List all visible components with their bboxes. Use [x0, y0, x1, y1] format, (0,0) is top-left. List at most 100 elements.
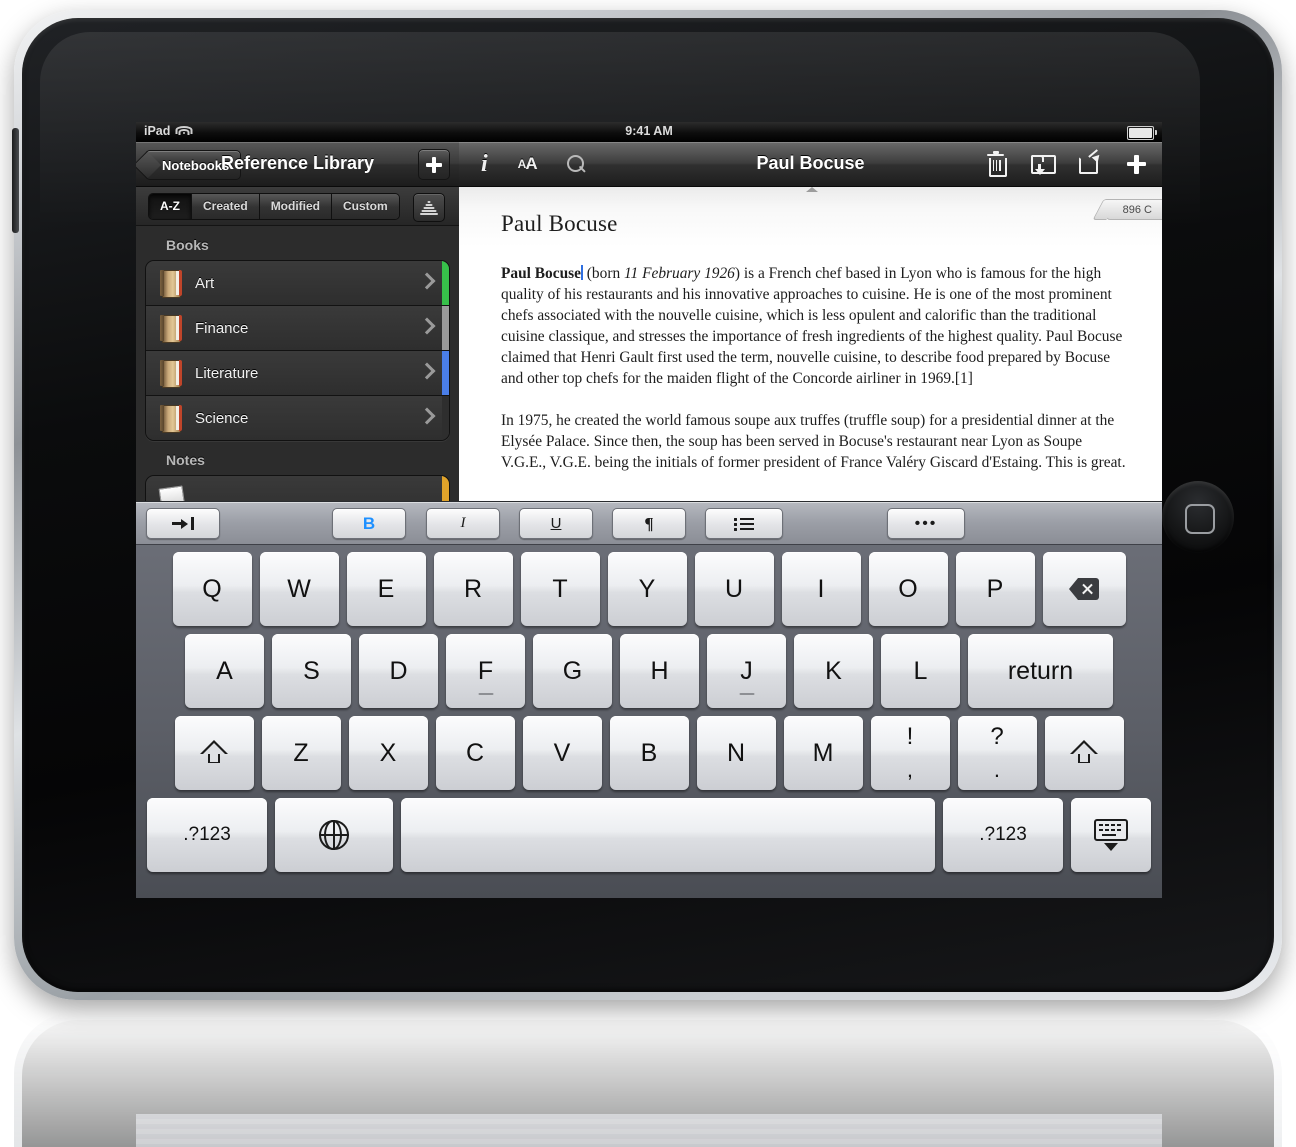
key-y[interactable]: Y	[607, 552, 687, 626]
key-l[interactable]: L	[881, 634, 960, 708]
tab-indent-button[interactable]	[146, 508, 220, 539]
note-document[interactable]: Paul Bocuse Paul Bocuse (born 11 Februar…	[501, 211, 1128, 493]
key-hide-keyboard[interactable]	[1071, 798, 1151, 872]
document-paragraph-1: Paul Bocuse (born 11 February 1926) is a…	[501, 263, 1128, 390]
key-b[interactable]: B	[609, 716, 689, 790]
key-space[interactable]	[401, 798, 935, 872]
key-k[interactable]: K	[794, 634, 873, 708]
key-e[interactable]: E	[346, 552, 426, 626]
sidebar-item-science[interactable]: Science	[146, 396, 449, 440]
key-i[interactable]: I	[781, 552, 861, 626]
key-v[interactable]: V	[522, 716, 602, 790]
detail-navbar-right	[987, 142, 1146, 186]
ipad-device: iPad 9:41 AM Notebooks Reference Library	[12, 10, 1282, 1000]
key-d[interactable]: D	[359, 634, 438, 708]
bullet-list-icon	[734, 517, 754, 531]
sidebar-item-art[interactable]: Art	[146, 261, 449, 306]
key-q[interactable]: Q	[172, 552, 252, 626]
scroll-indicator-icon	[806, 187, 818, 192]
shift-icon	[1070, 740, 1098, 766]
group-heading-books: Books	[166, 237, 209, 253]
key-j[interactable]: J	[707, 634, 786, 708]
key-f[interactable]: F	[446, 634, 525, 708]
color-stripe	[442, 351, 449, 395]
keyboard-row-4: .?123 .?123	[142, 798, 1156, 872]
globe-icon	[318, 819, 350, 851]
key-backspace[interactable]	[1042, 552, 1126, 626]
key-shift-right[interactable]	[1044, 716, 1124, 790]
home-button[interactable]	[1162, 481, 1234, 553]
books-group: Art Finance Literature Science	[145, 260, 450, 441]
key-o[interactable]: O	[868, 552, 948, 626]
document-title: Paul Bocuse	[501, 211, 618, 236]
stack-sort-button[interactable]	[413, 193, 445, 222]
paragraph-button[interactable]: ¶	[612, 508, 686, 539]
key-c[interactable]: C	[435, 716, 515, 790]
key-x[interactable]: X	[348, 716, 428, 790]
key-exclamation-comma[interactable]: !,	[870, 716, 950, 790]
key-w[interactable]: W	[259, 552, 339, 626]
underline-button[interactable]: U	[519, 508, 593, 539]
keyboard-row-3: Z X C V B N M !, ?.	[142, 716, 1156, 790]
key-numeric-right[interactable]: .?123	[943, 798, 1063, 872]
paragraph-italic-date: 11 February 1926	[624, 265, 735, 282]
key-label-top: ?	[990, 723, 1004, 750]
battery-full-icon	[1127, 126, 1157, 140]
sort-option-modified[interactable]: Modified	[259, 194, 333, 219]
key-label: J	[740, 656, 753, 685]
sidebar-item-literature[interactable]: Literature	[146, 351, 449, 396]
more-options-button[interactable]: •••	[887, 508, 965, 539]
paragraph-part-1: (born	[582, 265, 624, 282]
sidebar-item-finance[interactable]: Finance	[146, 306, 449, 351]
format-toolbar: B I U ¶ •••	[136, 502, 1162, 545]
keyboard-row-2: A S D F G H J K L return	[142, 634, 1156, 708]
keyboard-keys: Q W E R T Y U I O P A S D F G H J K L re…	[136, 545, 1162, 872]
key-u[interactable]: U	[694, 552, 774, 626]
tab-indent-icon	[172, 517, 194, 530]
key-t[interactable]: T	[520, 552, 600, 626]
status-bar-time: 9:41 AM	[625, 124, 673, 138]
home-row-bump	[478, 693, 493, 695]
key-question-period[interactable]: ?.	[957, 716, 1037, 790]
key-z[interactable]: Z	[261, 716, 341, 790]
trash-icon[interactable]	[987, 151, 1007, 177]
key-h[interactable]: H	[620, 634, 699, 708]
document-paragraph-2: In 1975, he created the world famous sou…	[501, 411, 1126, 471]
sort-segmented-control[interactable]: A-Z Created Modified Custom	[148, 193, 400, 220]
status-bar: iPad 9:41 AM	[136, 122, 1162, 142]
add-notebook-button[interactable]	[418, 149, 450, 180]
key-numeric-left[interactable]: .?123	[147, 798, 267, 872]
reflected-device	[14, 1012, 1282, 1147]
sort-option-created[interactable]: Created	[192, 194, 260, 219]
share-icon[interactable]	[1079, 148, 1103, 174]
volume-button[interactable]	[12, 128, 19, 233]
book-icon	[160, 270, 182, 298]
bold-button[interactable]: B	[332, 508, 406, 539]
reflected-keyboard	[136, 1114, 1162, 1147]
add-note-icon[interactable]	[1127, 154, 1146, 174]
italic-button[interactable]: I	[426, 508, 500, 539]
key-a[interactable]: A	[185, 634, 264, 708]
key-label-top: !	[906, 723, 914, 750]
backspace-icon	[1069, 578, 1099, 600]
sidebar-sort-bar: A-Z Created Modified Custom	[136, 187, 459, 226]
key-p[interactable]: P	[955, 552, 1035, 626]
sort-option-az[interactable]: A-Z	[149, 194, 192, 219]
key-g[interactable]: G	[533, 634, 612, 708]
book-icon	[160, 360, 182, 388]
key-return[interactable]: return	[968, 634, 1113, 708]
bullet-list-button[interactable]	[705, 508, 783, 539]
ipad-screen: iPad 9:41 AM Notebooks Reference Library	[136, 122, 1162, 898]
key-r[interactable]: R	[433, 552, 513, 626]
key-globe[interactable]	[275, 798, 393, 872]
key-shift-left[interactable]	[174, 716, 254, 790]
key-n[interactable]: N	[696, 716, 776, 790]
move-to-notebook-icon[interactable]	[1031, 154, 1056, 175]
key-m[interactable]: M	[783, 716, 863, 790]
paragraph-part-2: ) is a French chef based in Lyon who is …	[501, 265, 1123, 388]
key-s[interactable]: S	[272, 634, 351, 708]
book-icon	[160, 315, 182, 343]
color-stripe	[442, 396, 449, 440]
sort-option-custom[interactable]: Custom	[332, 194, 399, 219]
keyboard-row-1: Q W E R T Y U I O P	[142, 552, 1156, 626]
